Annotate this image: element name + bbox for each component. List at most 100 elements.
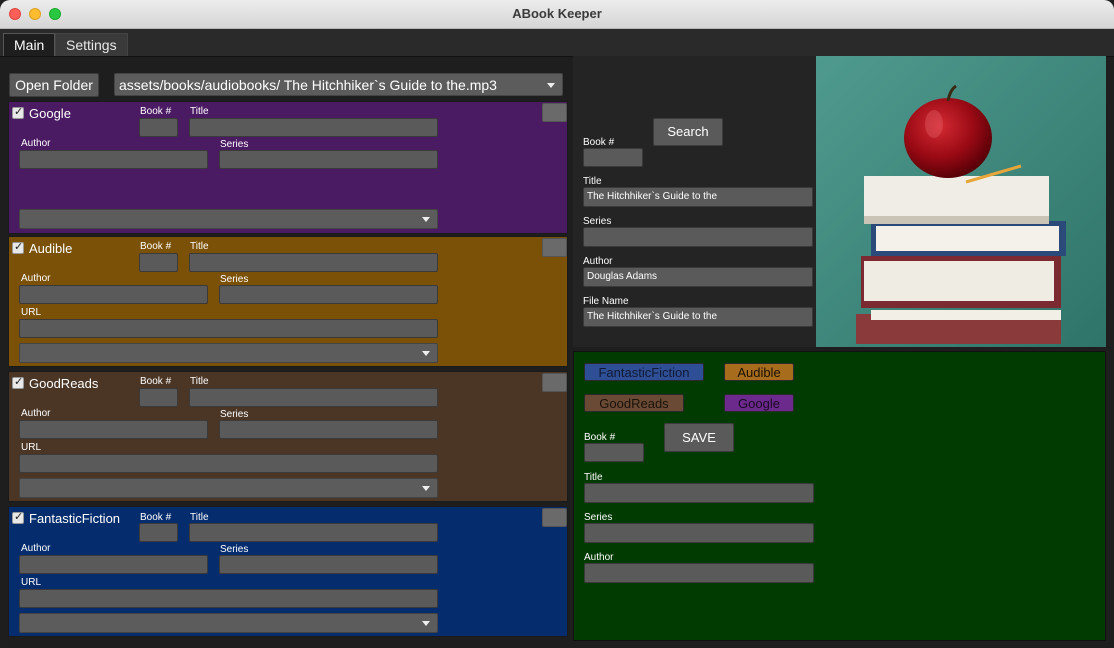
search-button[interactable]: Search xyxy=(653,118,723,146)
url-label: URL xyxy=(21,307,42,318)
series-label: Series xyxy=(220,274,249,285)
title-label: Title xyxy=(190,241,209,252)
url-label: URL xyxy=(21,442,42,453)
book-number-label: Book # xyxy=(140,512,172,523)
google-author-input[interactable] xyxy=(19,150,208,169)
fantasticfiction-checkbox[interactable] xyxy=(12,510,24,524)
audible-cover-button[interactable] xyxy=(542,238,567,257)
chevron-down-icon xyxy=(422,351,430,356)
save-panel: FantasticFiction Audible GoodReads Googl… xyxy=(573,351,1106,641)
series-label: Series xyxy=(220,139,249,150)
chevron-down-icon xyxy=(422,486,430,491)
audible-checkbox[interactable] xyxy=(12,240,24,254)
window-title: ABook Keeper xyxy=(512,6,602,21)
google-series-input[interactable] xyxy=(219,150,438,169)
search-title-input[interactable]: The Hitchhiker`s Guide to the xyxy=(583,187,813,207)
tab-main[interactable]: Main xyxy=(3,33,56,56)
book-number-label: Book # xyxy=(140,106,172,117)
author-label: Author xyxy=(21,543,51,554)
series-label: Series xyxy=(220,409,249,420)
title-label: Title xyxy=(190,376,209,387)
title-label: Title xyxy=(190,512,209,523)
title-bar: ABook Keeper xyxy=(0,0,1114,29)
fantasticfiction-chip[interactable]: FantasticFiction xyxy=(584,363,704,381)
app-window: ABook Keeper Main Settings Open Folder a… xyxy=(0,0,1114,648)
goodreads-results-select[interactable] xyxy=(19,478,438,498)
chevron-down-icon xyxy=(422,217,430,222)
open-folder-button[interactable]: Open Folder xyxy=(9,73,99,97)
file-path-select[interactable]: assets/books/audiobooks/ The Hitchhiker`… xyxy=(114,73,563,96)
audible-book-number-input[interactable] xyxy=(139,253,178,272)
search-file-name-input[interactable]: The Hitchhiker`s Guide to the xyxy=(583,307,813,327)
audible-author-input[interactable] xyxy=(19,285,208,304)
fantasticfiction-series-input[interactable] xyxy=(219,555,438,574)
books-apple-illustration xyxy=(816,56,1106,347)
google-book-number-input[interactable] xyxy=(139,118,178,137)
save-title-input[interactable] xyxy=(584,483,814,503)
tab-settings[interactable]: Settings xyxy=(55,33,128,56)
series-label: Series xyxy=(584,512,613,523)
goodreads-book-number-input[interactable] xyxy=(139,388,178,407)
save-series-input[interactable] xyxy=(584,523,814,543)
author-label: Author xyxy=(21,408,51,419)
goodreads-source-label: GoodReads xyxy=(29,376,99,391)
google-panel: Google Book # Title Author Series xyxy=(8,101,568,234)
fantasticfiction-book-number-input[interactable] xyxy=(139,523,178,542)
fantasticfiction-panel: FantasticFiction Book # Title Author Ser… xyxy=(8,506,568,637)
book-number-label: Book # xyxy=(583,137,615,148)
author-label: Author xyxy=(583,256,613,267)
fantasticfiction-cover-button[interactable] xyxy=(542,508,567,527)
fantasticfiction-title-input[interactable] xyxy=(189,523,438,542)
audible-results-select[interactable] xyxy=(19,343,438,363)
audible-panel: Audible Book # Title Author Series URL xyxy=(8,236,568,367)
author-label: Author xyxy=(21,138,51,149)
google-checkbox[interactable] xyxy=(12,105,24,119)
url-label: URL xyxy=(21,577,42,588)
goodreads-author-input[interactable] xyxy=(19,420,208,439)
goodreads-title-input[interactable] xyxy=(189,388,438,407)
audible-series-input[interactable] xyxy=(219,285,438,304)
title-label: Title xyxy=(583,176,602,187)
goodreads-url-input[interactable] xyxy=(19,454,438,473)
save-author-input[interactable] xyxy=(584,563,814,583)
series-label: Series xyxy=(220,544,249,555)
fantasticfiction-author-input[interactable] xyxy=(19,555,208,574)
goodreads-chip[interactable]: GoodReads xyxy=(584,394,684,412)
audible-chip[interactable]: Audible xyxy=(724,363,794,381)
save-button[interactable]: SAVE xyxy=(664,423,734,452)
search-book-number-input[interactable] xyxy=(583,148,643,167)
goodreads-panel: GoodReads Book # Title Author Series URL xyxy=(8,371,568,502)
search-series-input[interactable] xyxy=(583,227,813,247)
file-name-label: File Name xyxy=(583,296,629,307)
audible-source-label: Audible xyxy=(29,241,73,256)
tab-bar: Main Settings xyxy=(0,29,1114,57)
goodreads-cover-button[interactable] xyxy=(542,373,567,392)
chevron-down-icon xyxy=(422,621,430,626)
chevron-down-icon xyxy=(547,82,555,88)
series-label: Series xyxy=(583,216,612,227)
goodreads-checkbox[interactable] xyxy=(12,375,24,389)
audible-url-input[interactable] xyxy=(19,319,438,338)
book-number-label: Book # xyxy=(140,241,172,252)
book-number-label: Book # xyxy=(140,376,172,387)
file-path-value: assets/books/audiobooks/ The Hitchhiker`… xyxy=(119,77,497,93)
title-label: Title xyxy=(584,472,603,483)
book-cover-image xyxy=(816,56,1106,347)
google-chip[interactable]: Google xyxy=(724,394,794,412)
author-label: Author xyxy=(584,552,614,563)
google-results-select[interactable] xyxy=(19,209,438,229)
save-book-number-input[interactable] xyxy=(584,443,644,462)
author-label: Author xyxy=(21,273,51,284)
fantasticfiction-source-label: FantasticFiction xyxy=(29,511,121,526)
google-cover-button[interactable] xyxy=(542,103,567,122)
book-number-label: Book # xyxy=(584,432,616,443)
google-source-label: Google xyxy=(29,106,71,121)
google-title-input[interactable] xyxy=(189,118,438,137)
audible-title-input[interactable] xyxy=(189,253,438,272)
search-author-input[interactable]: Douglas Adams xyxy=(583,267,813,287)
fantasticfiction-results-select[interactable] xyxy=(19,613,438,633)
goodreads-series-input[interactable] xyxy=(219,420,438,439)
title-label: Title xyxy=(190,106,209,117)
fantasticfiction-url-input[interactable] xyxy=(19,589,438,608)
search-panel: Search Book # Title The Hitchhiker`s Gui… xyxy=(573,56,816,347)
